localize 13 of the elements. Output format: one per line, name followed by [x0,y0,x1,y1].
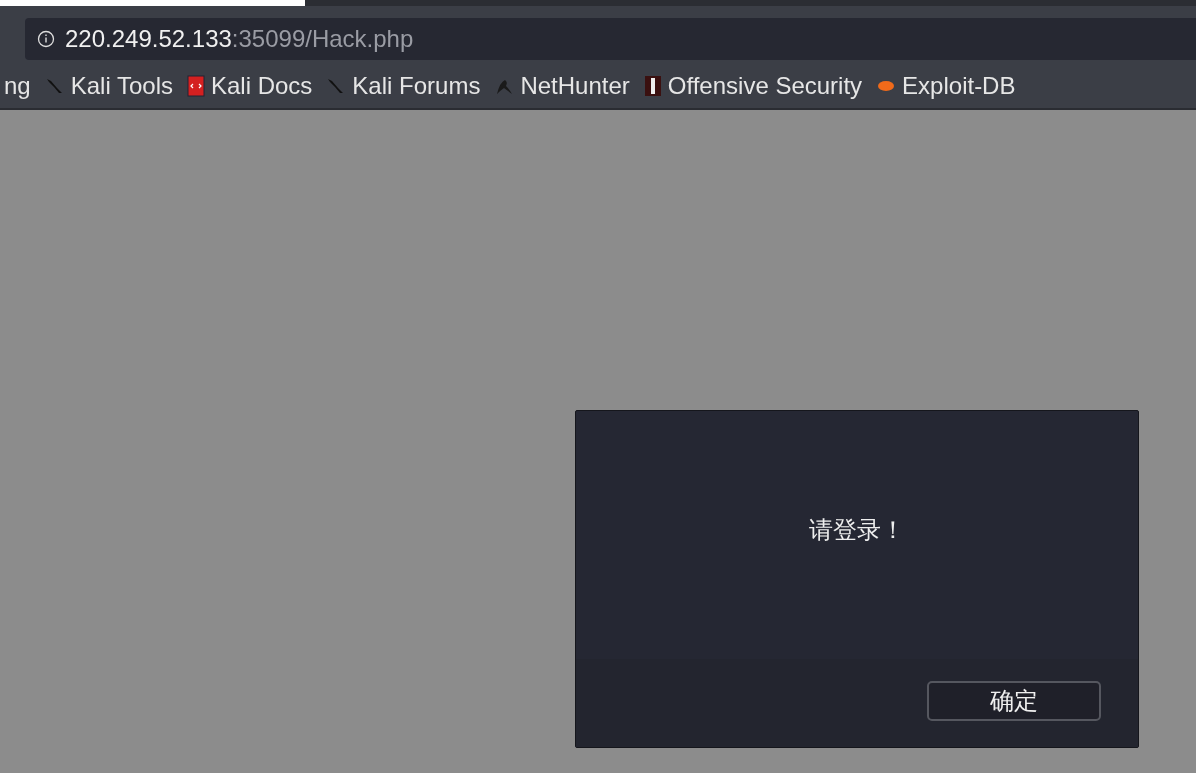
bookmark-item[interactable]: Kali Docs [187,68,313,104]
url-text: 220.249.52.133:35099/Hack.php [65,24,414,54]
bookmark-item[interactable]: Offensive Security [643,68,863,104]
ok-button[interactable]: 确定 [927,681,1101,721]
bookmark-item[interactable]: ng [4,68,31,104]
dialog-message: 请登录！ [809,515,905,545]
address-field[interactable]: 220.249.52.133:35099/Hack.php [25,18,1196,60]
book-icon [187,75,205,97]
bookmark-item[interactable]: Exploit-DB [876,68,1016,104]
bookmark-item[interactable]: Kali Tools [44,68,173,104]
bookmark-item[interactable]: NetHunter [494,68,630,104]
bookmark-item[interactable]: Kali Forums [326,68,481,104]
info-icon [37,30,55,48]
